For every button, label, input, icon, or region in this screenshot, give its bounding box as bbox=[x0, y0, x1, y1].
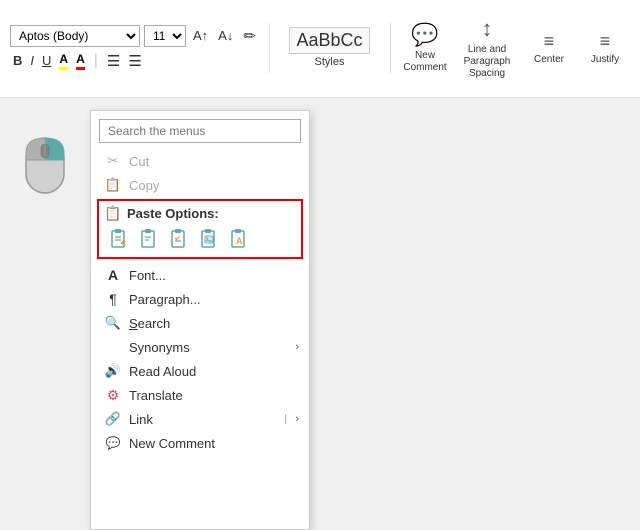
styles-label: Styles bbox=[314, 56, 344, 68]
format-row: B I U A A | ☰ ☰ bbox=[10, 51, 259, 71]
line-spacing-button[interactable]: ↕ Line andParagraph Spacing bbox=[456, 12, 518, 84]
line-spacing-icon: ↕ bbox=[482, 16, 493, 42]
font-menu-item[interactable]: A Font... bbox=[91, 263, 309, 287]
copy-menu-item[interactable]: 📋 Copy bbox=[91, 173, 309, 197]
synonyms-chevron: › bbox=[295, 341, 299, 353]
link-icon: 🔗 bbox=[105, 411, 121, 427]
paste-keep-source-button[interactable] bbox=[105, 225, 133, 253]
clear-format-button[interactable]: ✏ bbox=[240, 26, 259, 46]
cut-icon: ✂ bbox=[105, 153, 121, 169]
font-icon: A bbox=[105, 267, 121, 283]
font-grow-button[interactable]: A↑ bbox=[190, 27, 211, 44]
bold-button[interactable]: B bbox=[10, 52, 25, 69]
underline-button[interactable]: U bbox=[39, 52, 54, 69]
new-comment-menu-item[interactable]: 💬 New Comment bbox=[91, 431, 309, 455]
translate-icon: ⚙ bbox=[105, 387, 121, 403]
styles-icon: AaBbCc bbox=[289, 27, 369, 54]
copy-icon: 📋 bbox=[105, 177, 121, 193]
new-comment-icon: 💬 bbox=[411, 22, 438, 48]
paste-icons-row: A bbox=[105, 225, 295, 253]
cut-label: Cut bbox=[129, 154, 149, 169]
font-size-select[interactable]: 11 bbox=[144, 25, 186, 47]
italic-button[interactable]: I bbox=[27, 52, 37, 69]
search-label: Search bbox=[129, 316, 170, 331]
center-icon: ≡ bbox=[544, 31, 555, 52]
menu-search-input[interactable] bbox=[99, 119, 301, 143]
read-aloud-label: Read Aloud bbox=[129, 364, 196, 379]
svg-text:A: A bbox=[236, 236, 243, 246]
number-list-button[interactable]: ☰ bbox=[125, 51, 144, 71]
read-aloud-menu-item[interactable]: 🔊 Read Aloud bbox=[91, 359, 309, 383]
justify-button[interactable]: ≡ Justify bbox=[580, 27, 630, 69]
link-menu-item[interactable]: 🔗 Link | › bbox=[91, 407, 309, 431]
menu-search-container bbox=[99, 119, 301, 143]
read-aloud-icon: 🔊 bbox=[105, 363, 121, 379]
new-comment-icon: 💬 bbox=[105, 435, 121, 451]
search-menu-item[interactable]: 🔍 Search bbox=[91, 311, 309, 335]
new-comment-label: NewComment bbox=[403, 50, 446, 74]
paste-icon: 📋 bbox=[105, 205, 121, 221]
bullet-list-button[interactable]: ☰ bbox=[104, 51, 123, 71]
center-button[interactable]: ≡ Center bbox=[524, 27, 574, 69]
font-shrink-button[interactable]: A↓ bbox=[215, 27, 236, 44]
mouse-area bbox=[0, 98, 90, 518]
link-shortcut: | bbox=[284, 414, 287, 425]
paste-options-label-row: 📋 Paste Options: bbox=[105, 205, 295, 221]
toolbar: Aptos (Body) 11 A↑ A↓ ✏ B I U A A | ☰ ☰ bbox=[0, 0, 640, 98]
styles-button[interactable]: AaBbCc Styles bbox=[279, 23, 379, 72]
paste-plain-button[interactable] bbox=[135, 225, 163, 253]
cut-menu-item[interactable]: ✂ Cut bbox=[91, 149, 309, 173]
translate-menu-item[interactable]: ⚙ Translate bbox=[91, 383, 309, 407]
translate-label: Translate bbox=[129, 388, 183, 403]
paragraph-icon: ¶ bbox=[105, 291, 121, 307]
main-area: ✂ Cut 📋 Copy 📋 Paste Options: bbox=[0, 98, 640, 518]
justify-icon: ≡ bbox=[600, 31, 611, 52]
paste-options-text: Paste Options: bbox=[127, 206, 219, 221]
paste-text-only-button[interactable]: A bbox=[225, 225, 253, 253]
context-menu: ✂ Cut 📋 Copy 📋 Paste Options: bbox=[90, 110, 310, 530]
search-icon: 🔍 bbox=[105, 315, 121, 331]
center-label: Center bbox=[534, 54, 564, 65]
paste-options-section: 📋 Paste Options: bbox=[97, 199, 303, 259]
paste-picture-button[interactable] bbox=[195, 225, 223, 253]
paragraph-menu-item[interactable]: ¶ Paragraph... bbox=[91, 287, 309, 311]
link-chevron: › bbox=[295, 413, 299, 425]
synonyms-label: Synonyms bbox=[129, 340, 190, 355]
paragraph-label: Paragraph... bbox=[129, 292, 201, 307]
font-label: Font... bbox=[129, 268, 166, 283]
font-family-select[interactable]: Aptos (Body) bbox=[10, 25, 140, 47]
font-color-button[interactable]: A bbox=[73, 51, 88, 71]
highlight-button[interactable]: A bbox=[56, 51, 71, 71]
toolbar-divider-1 bbox=[269, 23, 270, 73]
toolbar-left: Aptos (Body) 11 A↑ A↓ ✏ B I U A A | ☰ ☰ bbox=[10, 25, 259, 71]
font-row: Aptos (Body) 11 A↑ A↓ ✏ bbox=[10, 25, 259, 47]
paste-merge-button[interactable] bbox=[165, 225, 193, 253]
justify-label: Justify bbox=[591, 54, 619, 65]
mouse-illustration bbox=[18, 118, 73, 198]
new-comment-button[interactable]: 💬 NewComment bbox=[400, 18, 450, 78]
link-label: Link bbox=[129, 412, 153, 427]
new-comment-label: New Comment bbox=[129, 436, 215, 451]
synonyms-icon bbox=[105, 339, 121, 355]
synonyms-menu-item[interactable]: Synonyms › bbox=[91, 335, 309, 359]
copy-label: Copy bbox=[129, 178, 159, 193]
toolbar-divider-2 bbox=[390, 23, 391, 73]
line-spacing-label: Line andParagraph Spacing bbox=[464, 44, 511, 80]
